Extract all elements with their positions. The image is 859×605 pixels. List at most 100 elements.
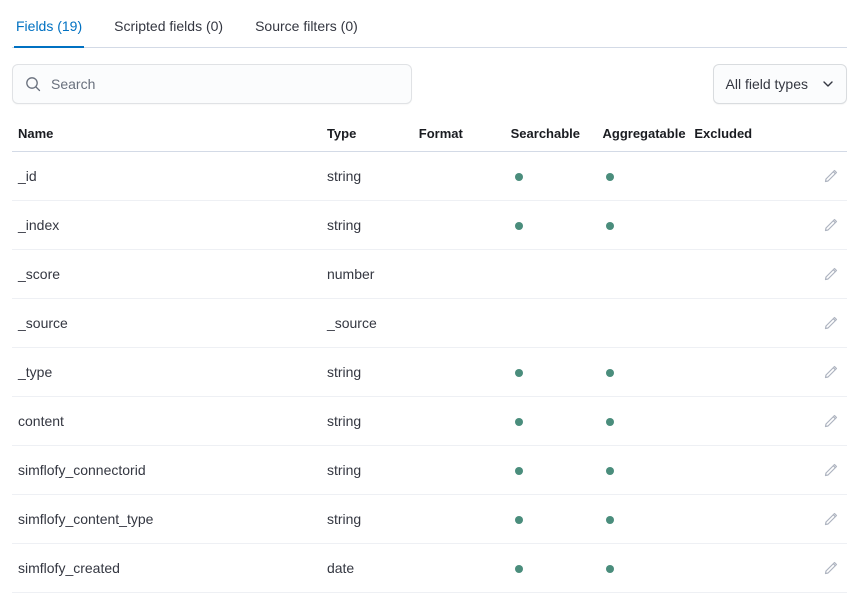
edit-button[interactable]	[819, 409, 843, 433]
field-format-cell	[413, 348, 505, 397]
table-row: simflofy_content_typestring	[12, 495, 847, 544]
field-format-cell	[413, 397, 505, 446]
field-excluded-cell	[688, 299, 788, 348]
field-aggregatable-cell	[596, 201, 688, 250]
field-searchable-cell	[505, 201, 597, 250]
field-searchable-cell	[505, 544, 597, 593]
edit-button[interactable]	[819, 164, 843, 188]
field-type-cell: number	[321, 250, 413, 299]
field-excluded-cell	[688, 544, 788, 593]
col-aggregatable-header[interactable]: Aggregatable	[596, 118, 688, 152]
col-type-header[interactable]: Type	[321, 118, 413, 152]
field-name-cell: _id	[12, 152, 321, 201]
field-type-cell: string	[321, 152, 413, 201]
field-name-cell: simflofy_content_type	[12, 495, 321, 544]
field-type-cell: string	[321, 397, 413, 446]
field-type-cell: string	[321, 446, 413, 495]
field-type-cell: string	[321, 495, 413, 544]
search-icon	[25, 76, 41, 92]
field-name-cell: _index	[12, 201, 321, 250]
pencil-icon	[823, 266, 839, 282]
field-name-cell: simflofy_connectorid	[12, 446, 321, 495]
field-edit-cell	[789, 348, 847, 397]
field-edit-cell	[789, 495, 847, 544]
field-aggregatable-cell	[596, 299, 688, 348]
table-row: _idstring	[12, 152, 847, 201]
field-searchable-cell	[505, 250, 597, 299]
field-aggregatable-cell	[596, 446, 688, 495]
pencil-icon	[823, 560, 839, 576]
dot-indicator	[606, 369, 614, 377]
field-name-cell: _source	[12, 299, 321, 348]
field-edit-cell	[789, 250, 847, 299]
field-excluded-cell	[688, 495, 788, 544]
field-excluded-cell	[688, 152, 788, 201]
table-row: _scorenumber	[12, 250, 847, 299]
field-excluded-cell	[688, 397, 788, 446]
tab-fields[interactable]: Fields (19)	[14, 12, 84, 48]
edit-button[interactable]	[819, 556, 843, 580]
col-searchable-header[interactable]: Searchable	[505, 118, 597, 152]
table-row: _typestring	[12, 348, 847, 397]
field-format-cell	[413, 250, 505, 299]
edit-button[interactable]	[819, 213, 843, 237]
dot-indicator	[606, 173, 614, 181]
chevron-down-icon	[822, 78, 834, 90]
edit-button[interactable]	[819, 507, 843, 531]
dot-indicator	[515, 565, 523, 573]
table-row: _source_source	[12, 299, 847, 348]
field-format-cell	[413, 152, 505, 201]
field-aggregatable-cell	[596, 397, 688, 446]
edit-button[interactable]	[819, 360, 843, 384]
edit-button[interactable]	[819, 458, 843, 482]
field-type-cell: string	[321, 348, 413, 397]
field-searchable-cell	[505, 495, 597, 544]
table-row: contentstring	[12, 397, 847, 446]
tab-scripted-fields[interactable]: Scripted fields (0)	[112, 12, 225, 48]
field-searchable-cell	[505, 446, 597, 495]
field-searchable-cell	[505, 397, 597, 446]
field-type-cell: _source	[321, 299, 413, 348]
pencil-icon	[823, 364, 839, 380]
controls-row: All field types	[12, 64, 847, 104]
dot-indicator	[606, 467, 614, 475]
col-format-header[interactable]: Format	[413, 118, 505, 152]
dot-indicator	[515, 516, 523, 524]
field-aggregatable-cell	[596, 348, 688, 397]
field-edit-cell	[789, 299, 847, 348]
field-type-cell: string	[321, 201, 413, 250]
field-format-cell	[413, 544, 505, 593]
dot-indicator	[606, 418, 614, 426]
search-input[interactable]	[51, 76, 399, 92]
field-edit-cell	[789, 397, 847, 446]
field-type-cell: date	[321, 544, 413, 593]
col-excluded-header[interactable]: Excluded	[688, 118, 788, 152]
field-format-cell	[413, 446, 505, 495]
field-excluded-cell	[688, 348, 788, 397]
tab-source-filters[interactable]: Source filters (0)	[253, 12, 360, 48]
dot-indicator	[606, 565, 614, 573]
edit-button[interactable]	[819, 262, 843, 286]
dot-indicator	[515, 222, 523, 230]
tabs-bar: Fields (19) Scripted fields (0) Source f…	[12, 12, 847, 48]
field-type-filter[interactable]: All field types	[713, 64, 847, 104]
edit-button[interactable]	[819, 311, 843, 335]
dot-indicator	[515, 173, 523, 181]
field-aggregatable-cell	[596, 544, 688, 593]
pencil-icon	[823, 413, 839, 429]
field-excluded-cell	[688, 250, 788, 299]
table-header-row: Name Type Format Searchable Aggregatable…	[12, 118, 847, 152]
field-edit-cell	[789, 152, 847, 201]
col-edit-header	[789, 118, 847, 152]
search-box[interactable]	[12, 64, 412, 104]
field-type-filter-label: All field types	[726, 76, 808, 92]
field-aggregatable-cell	[596, 495, 688, 544]
pencil-icon	[823, 511, 839, 527]
col-name-header[interactable]: Name	[12, 118, 321, 152]
pencil-icon	[823, 462, 839, 478]
field-edit-cell	[789, 201, 847, 250]
field-excluded-cell	[688, 201, 788, 250]
field-excluded-cell	[688, 446, 788, 495]
dot-indicator	[515, 418, 523, 426]
field-name-cell: _score	[12, 250, 321, 299]
